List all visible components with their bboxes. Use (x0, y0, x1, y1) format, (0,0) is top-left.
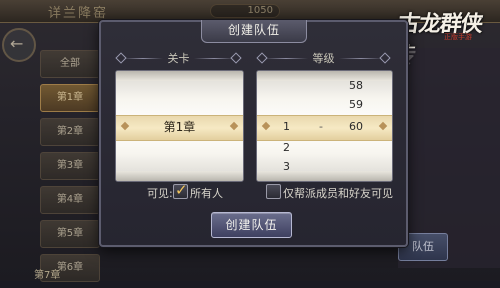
guild-friends-label[interactable]: 仅帮派成员和好友可见 (283, 185, 393, 201)
everyone-checkbox[interactable]: ✓ (173, 181, 188, 199)
range-separator: - (319, 120, 323, 133)
stage-picker[interactable]: 第1章 (115, 70, 244, 182)
selection-band (257, 115, 392, 141)
create-team-button[interactable]: 创建队伍 (211, 212, 292, 238)
level-header: 等级 (256, 50, 391, 66)
dialog-title: 创建队伍 (227, 23, 280, 37)
max-level-option[interactable]: 59 (349, 98, 363, 111)
checkmark-icon: ✓ (175, 181, 188, 199)
max-level-selected[interactable]: 60 (349, 120, 363, 133)
stage-list-item[interactable]: 第7章 (34, 266, 60, 281)
stage-list: 全部 第1章 第2章 第3章 第4章 第5章 第6章 (40, 50, 100, 288)
stage-list-item-selected[interactable]: 第1章 (40, 84, 100, 112)
stage-list-item[interactable]: 第5章 (40, 220, 100, 248)
stage-list-item[interactable]: 第4章 (40, 186, 100, 214)
create-team-dialog: 创建队伍 关卡 等级 第1章 58 59 60 - 1 2 3 可见: ✓ 所有… (99, 20, 408, 247)
dialog-title-bar: 创建队伍 (201, 20, 307, 43)
logo-subtitle: 正版手游 (444, 33, 472, 41)
min-level-selected[interactable]: 1 (283, 120, 290, 133)
stage-list-item[interactable]: 第2章 (40, 118, 100, 146)
resource-counter: 1050 (210, 4, 280, 18)
stage-list-item[interactable]: 全部 (40, 50, 100, 78)
stage-header: 关卡 (115, 50, 242, 66)
everyone-label[interactable]: 所有人 (190, 185, 223, 201)
min-level-option[interactable]: 2 (283, 141, 290, 154)
back-arrow-icon: ← (10, 34, 24, 53)
visibility-label: 可见: (147, 187, 173, 200)
level-picker[interactable]: 58 59 60 - 1 2 3 (256, 70, 393, 182)
guild-friends-checkbox[interactable] (266, 184, 281, 199)
selected-stage[interactable]: 第1章 (116, 118, 243, 135)
screen-title: 详兰降窑 (48, 6, 109, 21)
max-level-option[interactable]: 58 (349, 79, 363, 92)
game-logo: 古龙群侠传 正版手游 (392, 2, 500, 69)
back-button[interactable]: ← (2, 28, 36, 62)
stage-list-item[interactable]: 第3章 (40, 152, 100, 180)
